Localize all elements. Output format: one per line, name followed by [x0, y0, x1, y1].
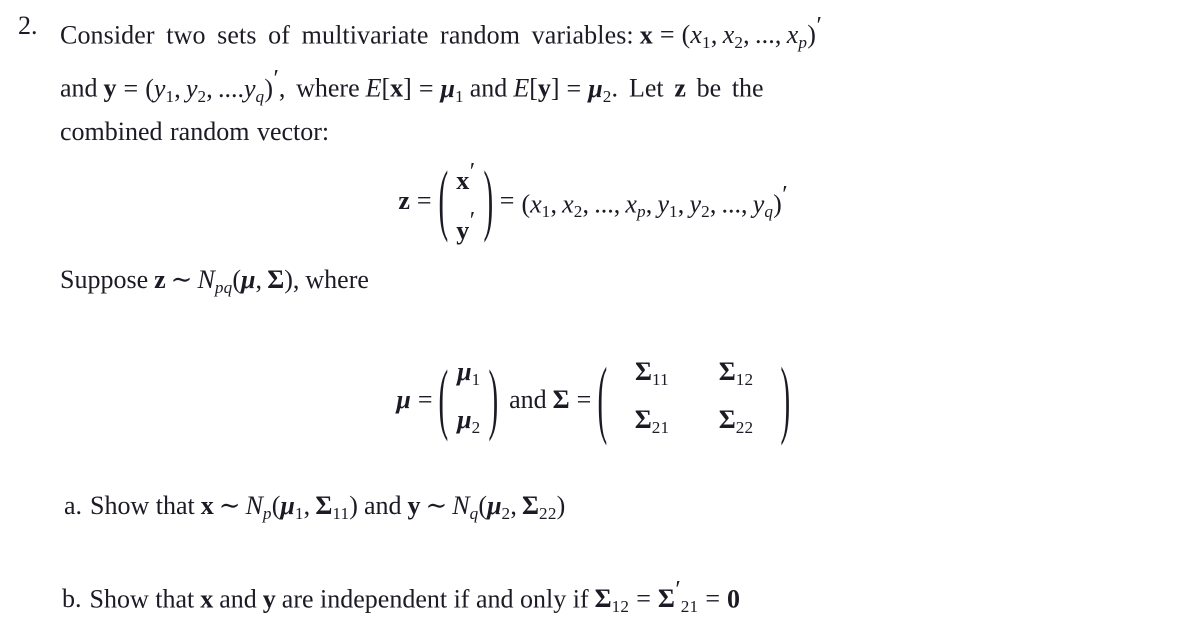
- sigma-21-cell: Σ21: [634, 404, 670, 437]
- normal-N-symbol: Npq: [197, 265, 233, 297]
- sigma-matrix-body: Σ11 Σ12 Σ21 Σ22: [616, 352, 772, 448]
- left-paren-sigma: (: [597, 349, 608, 447]
- part-a-tilde-2: ∼: [425, 491, 448, 520]
- statement-line-1: Consider two sets of multivariate random…: [60, 8, 1178, 61]
- display-equation-mu-sigma: μ = ( μ1 μ2 ) and Σ = ( Σ11 Σ12 Σ21 Σ22: [0, 352, 1186, 448]
- mu-symbol: μ: [396, 384, 411, 414]
- x-components: (x1, x2, ..., xp)′: [681, 12, 822, 53]
- mu-1-cell: μ1: [457, 357, 481, 389]
- statement-line-3: combined random vector:: [60, 117, 330, 147]
- y-prime-cell: y′: [456, 207, 476, 245]
- display-equation-z: z = ( x′ y′ ) = (x1, x2, ..., xp, y1, y2…: [0, 152, 1186, 251]
- line1-prose: Consider two sets of multivariate random…: [60, 20, 634, 50]
- problem-part-b: b. Show that x and y are independent if and o…: [62, 572, 740, 625]
- z-matrix-body: x′ y′: [456, 152, 475, 251]
- part-b-vector-y: y: [262, 584, 276, 614]
- y-components: (y1, y2, ....yq)′: [145, 65, 279, 106]
- equals-sign-3: =: [418, 73, 434, 103]
- left-paren-mu: (: [438, 354, 449, 443]
- mu-matrix-body: μ1 μ2: [457, 352, 480, 448]
- problem-part-a: a. Show that x ∼ Np(μ1, Σ11) and y ∼ Nq(μ2, Σ22): [64, 488, 565, 532]
- part-a-instruction: Show that: [90, 491, 195, 520]
- equals-sign: =: [659, 20, 675, 50]
- part-a-label: a.: [64, 491, 83, 520]
- part-a-args-1: (μ1, Σ11): [271, 491, 358, 523]
- z-symbol: z: [398, 186, 410, 216]
- problem-number: 2.: [18, 11, 38, 40]
- equals-sign-4: =: [566, 73, 582, 103]
- part-a-vector-x: x: [200, 491, 214, 520]
- expectation-of-y: E[y]: [513, 73, 560, 103]
- and-connector: and: [509, 384, 547, 414]
- matrix-row-1: x′: [456, 152, 475, 201]
- line2-where: , where: [278, 73, 360, 103]
- z-expanded-components: (x1, x2, ..., xp, y1, y2, ..., yq)′: [521, 180, 788, 221]
- part-b-sigma-12: Σ12: [594, 584, 630, 617]
- equation-z-line: z = ( x′ y′ ) = (x1, x2, ..., xp, y1, y2…: [398, 152, 787, 251]
- vector-x-symbol: x: [639, 20, 653, 50]
- right-paren-sigma: ): [780, 349, 791, 447]
- part-b-zero: 0: [727, 584, 740, 614]
- mu-matrix-row-1: μ1: [457, 352, 480, 400]
- mu-matrix-row-2: μ2: [457, 400, 480, 448]
- sigma-22-cell: Σ22: [718, 404, 754, 437]
- z-symbol-inline: z: [154, 265, 166, 294]
- equals-sign-2: =: [123, 73, 139, 103]
- z-column-matrix: ( x′ y′ ): [438, 152, 494, 251]
- part-b-vector-x: x: [200, 584, 214, 614]
- sigma-11-cell: Σ11: [635, 357, 669, 389]
- matrix-row-2: y′: [456, 201, 475, 250]
- part-a-and: and: [363, 491, 402, 520]
- line2-and: and: [60, 73, 98, 103]
- right-paren: ): [483, 155, 494, 245]
- equals-sign-sigma: =: [576, 384, 592, 414]
- x-prime-cell: x′: [456, 158, 476, 196]
- tilde-operator: ∼: [170, 265, 193, 294]
- sigma-symbol: Σ: [552, 384, 570, 414]
- distribution-args: (μ, Σ),: [232, 265, 300, 294]
- mu-2-cell: μ2: [457, 404, 481, 437]
- equals-sign-z: =: [416, 186, 432, 216]
- mu-2-symbol: μ2: [588, 73, 612, 106]
- part-b-equals-1: =: [636, 584, 651, 614]
- part-a-tilde-1: ∼: [218, 491, 241, 520]
- sigma-12-cell: Σ12: [718, 357, 754, 389]
- where-word: where: [305, 265, 369, 294]
- problem-2: 2. Consider two sets of multivariate ran…: [18, 8, 1178, 150]
- part-b-equals-2: =: [705, 584, 720, 614]
- part-a-Nq: Nq: [452, 491, 479, 523]
- part-a-vector-y: y: [407, 491, 421, 520]
- problem-statement-text: Consider two sets of multivariate random…: [60, 8, 1178, 150]
- part-b-and: and: [219, 584, 257, 614]
- part-b-sigma-21-prime: Σ′21: [657, 576, 699, 617]
- part-b-condition-text: are independent if and only if: [281, 584, 589, 614]
- equals-sign-z2: =: [499, 186, 515, 216]
- sigma-block-matrix: ( Σ11 Σ12 Σ21 Σ22 ): [597, 349, 791, 448]
- equals-sign-mu: =: [417, 384, 433, 414]
- suppose-word: Suppose: [60, 265, 149, 294]
- part-b-label: b.: [62, 584, 82, 614]
- suppose-distribution-line: Suppose z ∼ Npq(μ, Σ), where: [60, 262, 369, 306]
- line2-and-2: and: [469, 73, 508, 103]
- part-a-Np: Np: [245, 491, 272, 523]
- sigma-matrix-row-2: Σ21 Σ22: [616, 400, 772, 448]
- document-page: 2. Consider two sets of multivariate ran…: [0, 0, 1186, 616]
- statement-line-2: and y = (y1, y2, ....yq)′, where E[x] = μ1 and E…: [60, 61, 1178, 114]
- left-paren: (: [438, 155, 448, 245]
- expectation-of-x: E[x]: [365, 73, 412, 103]
- part-b-instruction: Show that: [89, 584, 195, 614]
- mu-column-matrix: ( μ1 μ2 ): [438, 352, 499, 448]
- period-after-mu2: .: [611, 73, 618, 103]
- part-a-args-2: (μ2, Σ22): [478, 491, 566, 523]
- mu-1-symbol: μ1: [440, 73, 464, 106]
- sigma-matrix-row-1: Σ11 Σ12: [616, 352, 772, 400]
- vector-y-symbol: y: [103, 73, 117, 103]
- equation-mu-sigma-line: μ = ( μ1 μ2 ) and Σ = ( Σ11 Σ12 Σ21 Σ22: [396, 349, 791, 448]
- line2-let-z: Let z be the: [628, 73, 764, 103]
- right-paren-mu: ): [488, 354, 499, 443]
